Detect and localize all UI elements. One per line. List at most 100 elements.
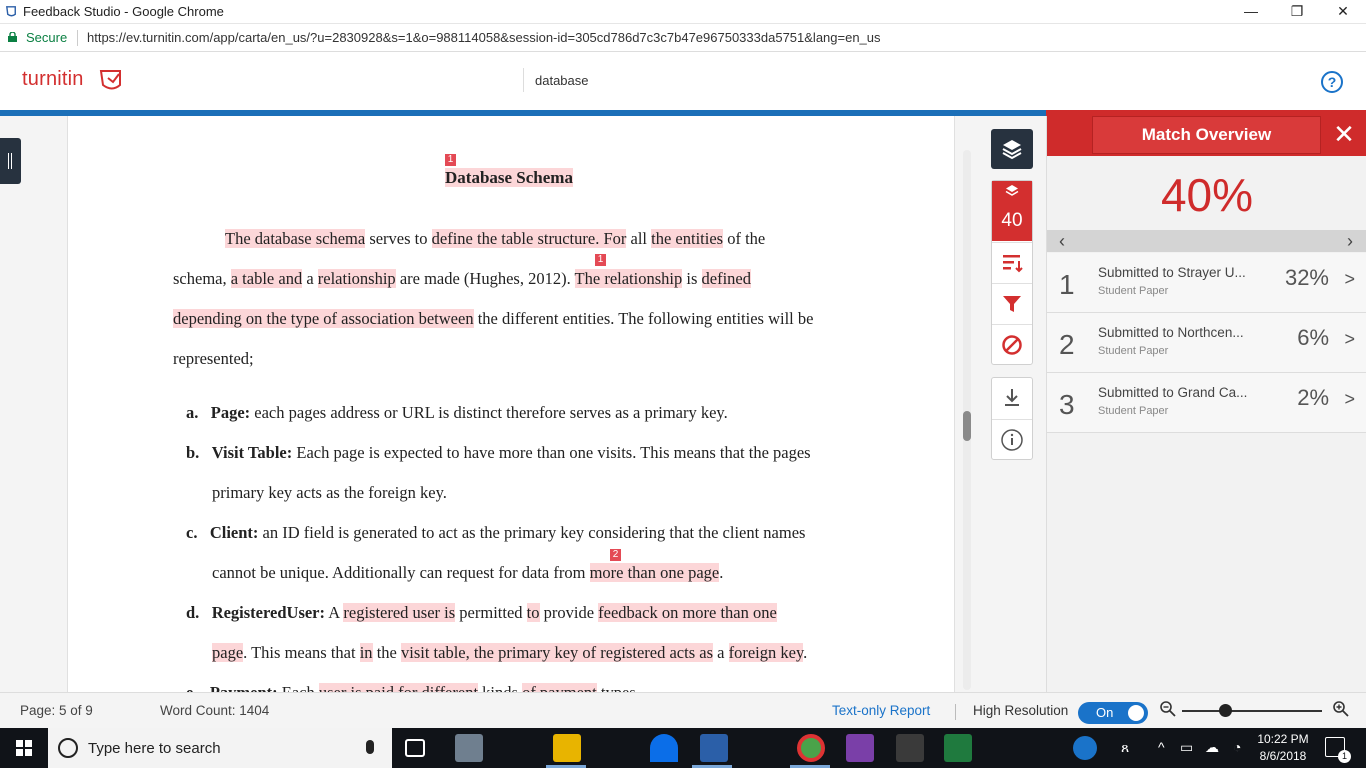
highlighted-match[interactable]: The relationship (574, 269, 683, 288)
wifi-icon[interactable]: ◔ (1233, 739, 1241, 755)
highlighted-match[interactable]: registered user is (343, 603, 456, 622)
help-tray-icon[interactable] (1073, 736, 1097, 760)
plain-text: . This means that (243, 643, 360, 662)
onedrive-icon[interactable]: ☁ (1205, 739, 1219, 756)
secure-label: Secure (26, 30, 68, 45)
text-only-report-link[interactable]: Text-only Report (832, 703, 930, 718)
highlighted-match[interactable]: page (212, 643, 244, 662)
document-viewer[interactable]: 1 Database Schema The database schema se… (0, 116, 1046, 692)
close-panel-icon[interactable]: ✕ (1331, 121, 1357, 148)
zoom-in-icon[interactable] (1332, 699, 1350, 719)
action-center-icon[interactable]: 1 (1325, 737, 1351, 763)
highlighted-match[interactable]: defined (701, 269, 751, 288)
highlighted-match[interactable]: a table and (230, 269, 303, 288)
chevron-right-icon[interactable]: > (1344, 389, 1355, 410)
restore-button[interactable]: ❐ (1274, 0, 1320, 24)
high-resolution-toggle[interactable]: On (1078, 702, 1148, 724)
highlighted-match[interactable]: relationship (317, 269, 396, 288)
info-button[interactable] (992, 419, 1032, 459)
excel-icon[interactable] (944, 734, 972, 762)
match-overview-header: Match Overview ✕ (1047, 116, 1366, 156)
taskbar-search-box[interactable]: Type here to search (48, 728, 392, 768)
task-view-icon[interactable] (405, 739, 425, 757)
url-text[interactable]: https://ev.turnitin.com/app/carta/en_us/… (87, 30, 881, 45)
help-icon[interactable]: ? (1321, 71, 1343, 93)
turnitin-header: turnitin database ? (0, 52, 1366, 110)
chevron-right-icon[interactable]: > (1344, 269, 1355, 290)
match-source: Submitted to Northcen... (1098, 325, 1244, 340)
chevron-right-icon[interactable]: > (1344, 329, 1355, 350)
similarity-score: 40 (1001, 210, 1023, 231)
turnitin-logo[interactable]: turnitin (22, 68, 84, 91)
notification-count-badge: 1 (1338, 750, 1351, 763)
list-letter: d. (186, 603, 200, 622)
match-row[interactable]: 2 Submitted to Northcen... Student Paper… (1047, 313, 1366, 373)
plain-text: provide (539, 603, 599, 622)
match-marker[interactable]: 1 (445, 154, 456, 166)
plain-text: kinds (478, 683, 522, 692)
highlighted-match[interactable]: in (359, 643, 373, 662)
highlighted-match[interactable]: define the table structure. For (431, 229, 627, 248)
download-button[interactable] (992, 378, 1032, 418)
minimize-button[interactable]: — (1228, 0, 1274, 24)
microphone-icon[interactable] (366, 740, 374, 754)
previous-match-icon[interactable]: ‹ (1059, 231, 1065, 252)
highlighted-match[interactable]: of payment (522, 683, 597, 692)
match-type: Student Paper (1098, 285, 1169, 297)
close-window-button[interactable]: ✕ (1320, 0, 1366, 24)
chrome-icon[interactable] (797, 734, 825, 762)
paragraph-line: depending on the type of association bet… (173, 309, 813, 329)
match-overview-title: Match Overview (1092, 116, 1321, 154)
heading-text[interactable]: Database Schema (445, 168, 573, 187)
plain-text: Each (278, 683, 319, 692)
address-bar[interactable]: Secure https://ev.turnitin.com/app/carta… (0, 24, 1366, 52)
match-row[interactable]: 3 Submitted to Grand Ca... Student Paper… (1047, 373, 1366, 433)
match-marker[interactable]: 2 (610, 549, 621, 561)
layers-icon (1002, 140, 1022, 160)
windows-start-icon[interactable] (0, 728, 48, 768)
dropbox-icon[interactable] (650, 734, 678, 762)
battery-icon[interactable]: ▭ (1180, 739, 1193, 756)
list-letter: c. (186, 523, 198, 542)
plain-text: is (682, 269, 702, 288)
zoom-slider-track[interactable] (1182, 710, 1322, 712)
highlighted-match[interactable]: foreign key (728, 643, 804, 662)
highlighted-match[interactable]: to (526, 603, 540, 622)
highlighted-match[interactable]: the entities (651, 229, 724, 248)
match-percent: 2% (1297, 385, 1329, 410)
filter-button[interactable] (992, 283, 1032, 323)
match-row[interactable]: 1 Submitted to Strayer U... Student Pape… (1047, 253, 1366, 313)
zoom-out-icon[interactable] (1159, 699, 1177, 719)
match-list-button[interactable] (992, 242, 1032, 282)
highlighted-match[interactable]: The database schema (225, 229, 366, 248)
word-icon[interactable] (700, 734, 728, 762)
next-match-icon[interactable]: › (1347, 231, 1353, 252)
similarity-score-button[interactable]: 40 (992, 181, 1032, 241)
people-icon[interactable]: ጸ (1121, 739, 1129, 756)
clock-date: 8/6/2018 (1259, 749, 1307, 763)
file-explorer-icon[interactable] (553, 734, 581, 762)
side-panel-handle[interactable] (0, 138, 21, 184)
list-term: Payment: (210, 683, 278, 692)
zoom-slider-knob[interactable] (1219, 704, 1232, 717)
media-app-icon[interactable] (896, 734, 924, 762)
highlighted-match[interactable]: visit table, the primary key of register… (400, 643, 714, 662)
plain-text: types (597, 683, 636, 692)
photo-app-icon[interactable] (455, 734, 483, 762)
tray-expand-icon[interactable]: ^ (1158, 739, 1165, 755)
plain-text: of the (723, 229, 766, 248)
paragraph-line: The database schema serves to define the… (225, 229, 765, 249)
match-marker[interactable]: 1 (595, 254, 606, 266)
match-overview-panel: Match Overview ✕ 40% ‹ › 1 Submitted to … (1046, 116, 1366, 692)
highlighted-match[interactable]: depending on the type of association bet… (173, 309, 474, 328)
exclusions-button[interactable] (992, 324, 1032, 364)
download-icon (1005, 389, 1019, 406)
highlighted-match[interactable]: more than one page (589, 563, 720, 582)
plain-text: Each page is expected to have more than … (292, 443, 811, 462)
highlighted-match[interactable]: user is paid for different (318, 683, 479, 692)
layers-button[interactable] (991, 129, 1033, 169)
scrollbar-thumb[interactable] (963, 411, 971, 441)
highlighted-match[interactable]: feedback on more than one (598, 603, 777, 622)
taskbar-clock[interactable]: 10:22 PM 8/6/2018 (1253, 731, 1313, 765)
onenote-icon[interactable] (846, 734, 874, 762)
